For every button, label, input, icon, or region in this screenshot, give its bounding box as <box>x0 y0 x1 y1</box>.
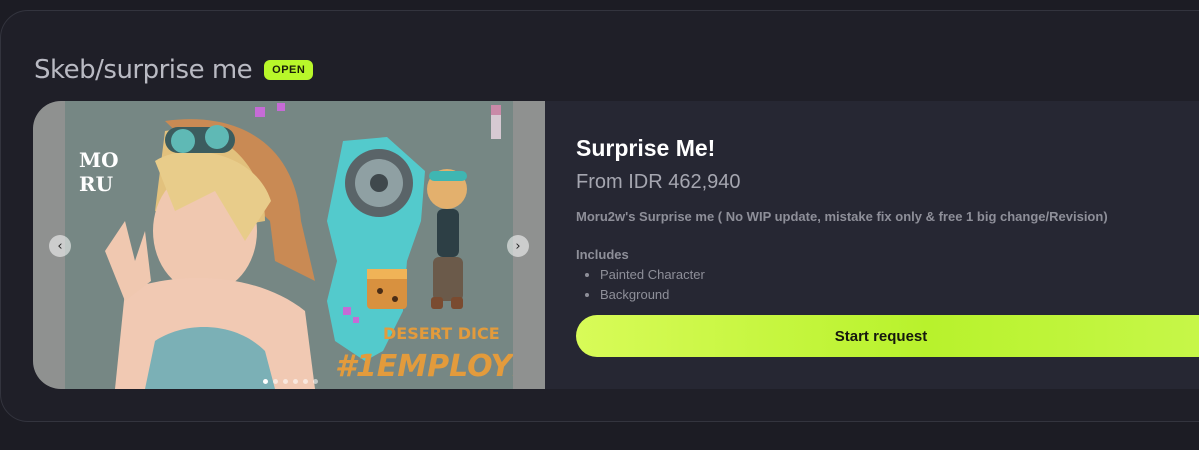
includes-item: Background <box>600 287 1176 302</box>
offer-price: From IDR 462,940 <box>576 171 741 193</box>
gallery-dot[interactable] <box>263 379 268 384</box>
svg-text:#1EMPLOYEE: #1EMPLOYEE <box>335 349 513 384</box>
gallery-pagination <box>263 379 318 384</box>
status-badge: OPEN <box>264 60 314 80</box>
gallery-dot[interactable] <box>303 379 308 384</box>
gallery-dot[interactable] <box>273 379 278 384</box>
gallery-dot[interactable] <box>283 379 288 384</box>
section-title: Skeb/surprise me <box>34 55 253 85</box>
gallery-next-button[interactable]: › <box>507 235 529 257</box>
offer-title: Surprise Me! <box>576 135 716 161</box>
start-request-button[interactable]: Start request <box>576 315 1199 357</box>
svg-text:MO: MO <box>79 148 119 172</box>
includes-section: Includes Painted Character Background <box>576 247 1176 302</box>
svg-text:DESERT DICE: DESERT DICE <box>383 324 500 343</box>
gallery-dot[interactable] <box>313 379 318 384</box>
gallery-dot[interactable] <box>293 379 298 384</box>
offer-panel: MO RU DESERT DICE #1EMPLOYEE ‹ › Surpris… <box>33 101 1199 389</box>
chevron-right-icon: › <box>515 238 521 254</box>
section-header: Skeb/surprise me OPEN <box>34 55 314 85</box>
svg-text:RU: RU <box>79 172 113 196</box>
offer-details: Surprise Me! From IDR 462,940 Moru2w's S… <box>576 101 1199 389</box>
gallery-prev-button[interactable]: ‹ <box>49 235 71 257</box>
image-gallery[interactable]: MO RU DESERT DICE #1EMPLOYEE ‹ › <box>33 101 545 389</box>
includes-label: Includes <box>576 247 629 262</box>
includes-item: Painted Character <box>600 267 1176 282</box>
chevron-left-icon: ‹ <box>57 238 63 254</box>
includes-list: Painted Character Background <box>576 267 1176 302</box>
commission-sample-image: MO RU DESERT DICE #1EMPLOYEE <box>65 101 513 389</box>
offer-description: Moru2w's Surprise me ( No WIP update, mi… <box>576 209 1108 224</box>
